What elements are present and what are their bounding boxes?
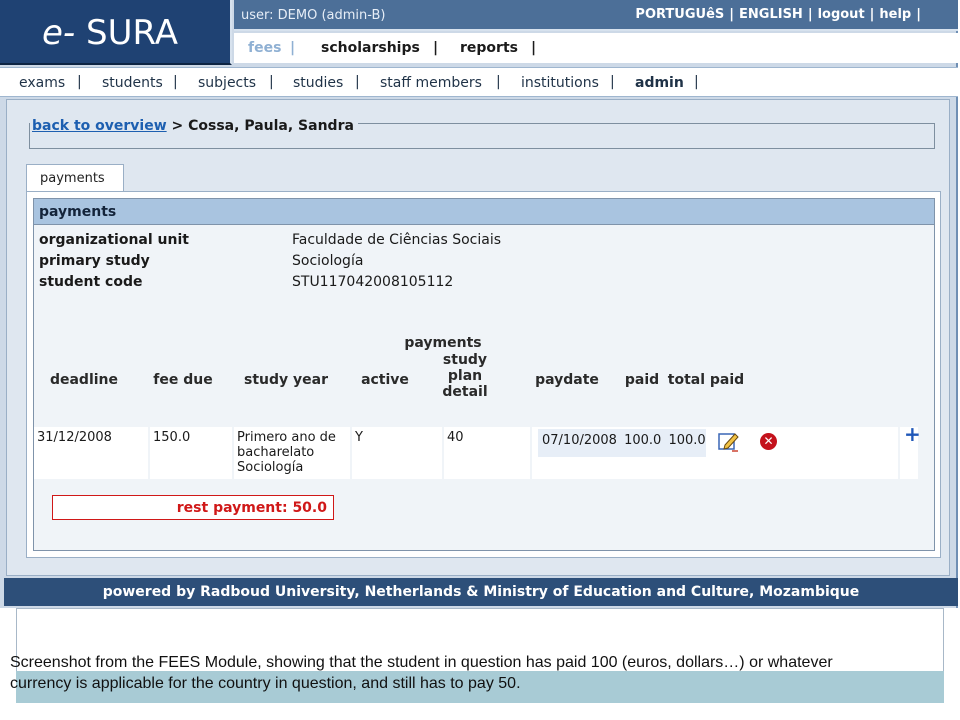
module-scholarships[interactable]: scholarships — [321, 40, 420, 56]
content-area: back to overview > Cossa, Paula, Sandra … — [6, 99, 950, 576]
label-organizational-unit: organizational unit — [39, 232, 189, 248]
col-deadline: deadline — [49, 372, 119, 388]
payment-entry: 07/10/2008 100.0 100.0 — [538, 429, 706, 457]
breadcrumb-arrow: > — [171, 118, 184, 134]
lang-english-link[interactable]: ENGLISH — [739, 7, 803, 22]
col-study-plan-detail: study plan detail — [442, 352, 488, 400]
nav-exams[interactable]: exams — [19, 75, 65, 91]
cell-study-year: Primero ano de bacharelato Sociología — [234, 427, 350, 479]
col-paid: paid — [624, 372, 660, 388]
col-paydate: paydate — [535, 372, 599, 388]
nav-institutions[interactable]: institutions — [521, 75, 599, 91]
logout-link[interactable]: logout — [818, 7, 865, 22]
footer: powered by Radboud University, Netherlan… — [4, 578, 958, 606]
student-name: Cossa, Paula, Sandra — [188, 118, 354, 134]
lang-portuguese-link[interactable]: PORTUGUêS — [635, 7, 724, 22]
edit-icon[interactable] — [718, 431, 739, 452]
cell-deadline: 31/12/2008 — [34, 427, 148, 479]
cell-fee-due: 150.0 — [150, 427, 232, 479]
caption-line-2: currency is applicable for the country i… — [10, 675, 521, 692]
cell-total-paid: 100.0 — [668, 433, 706, 448]
cell-active: Y — [352, 427, 442, 479]
top-bar: user: DEMO (admin-B) PORTUGUêS | ENGLISH | l… — [234, 0, 958, 31]
module-bar: fees | scholarships | reports | — [234, 33, 958, 63]
nav-studies[interactable]: studies — [293, 75, 343, 91]
delete-icon[interactable]: ✕ — [760, 433, 777, 450]
user-info: user: DEMO (admin-B) — [241, 8, 386, 23]
payments-panel: payments organizational unit Faculdade d… — [26, 191, 941, 558]
back-to-overview-link[interactable]: back to overview — [32, 118, 167, 134]
top-links: PORTUGUêS | ENGLISH | logout | help | — [635, 7, 921, 22]
module-reports[interactable]: reports — [460, 40, 518, 56]
col-active: active — [361, 372, 409, 388]
nav-admin[interactable]: admin — [635, 75, 684, 91]
main-nav: exams | students | subjects | studies | … — [0, 67, 958, 97]
logo-area: e- SURA — [0, 0, 232, 65]
cell-study-plan-detail: 40 — [444, 427, 530, 479]
nav-students[interactable]: students — [102, 75, 163, 91]
value-organizational-unit: Faculdade de Ciências Sociais — [292, 232, 502, 248]
label-primary-study: primary study — [39, 253, 150, 269]
caption-line-1: Screenshot from the FEES Module, showing… — [10, 654, 833, 671]
tab-payments[interactable]: payments — [26, 164, 124, 192]
col-study-year: study year — [244, 372, 328, 388]
value-primary-study: Sociología — [292, 253, 364, 269]
module-fees[interactable]: fees — [248, 40, 281, 56]
logo: e- SURA — [42, 13, 178, 53]
nav-subjects[interactable]: subjects — [198, 75, 256, 91]
col-fee-due: fee due — [153, 372, 213, 388]
rest-payment-box: rest payment: 50.0 — [52, 495, 334, 520]
nav-staff-members[interactable]: staff members — [380, 75, 482, 91]
caption: Screenshot from the FEES Module, showing… — [10, 652, 960, 694]
cell-paydate: 07/10/2008 — [542, 433, 617, 448]
add-icon[interactable]: + — [904, 422, 921, 446]
app-window: e- SURA user: DEMO (admin-B) PORTUGUêS | E… — [0, 0, 958, 608]
cell-paid: 100.0 — [624, 433, 662, 448]
group-header-payments: payments — [404, 335, 482, 351]
panel-title: payments — [34, 199, 934, 225]
col-total-paid: total paid — [667, 372, 745, 388]
breadcrumb: back to overview > Cossa, Paula, Sandra — [29, 118, 935, 149]
help-link[interactable]: help — [879, 7, 911, 22]
label-student-code: student code — [39, 274, 143, 290]
value-student-code: STU117042008105112 — [292, 274, 454, 290]
